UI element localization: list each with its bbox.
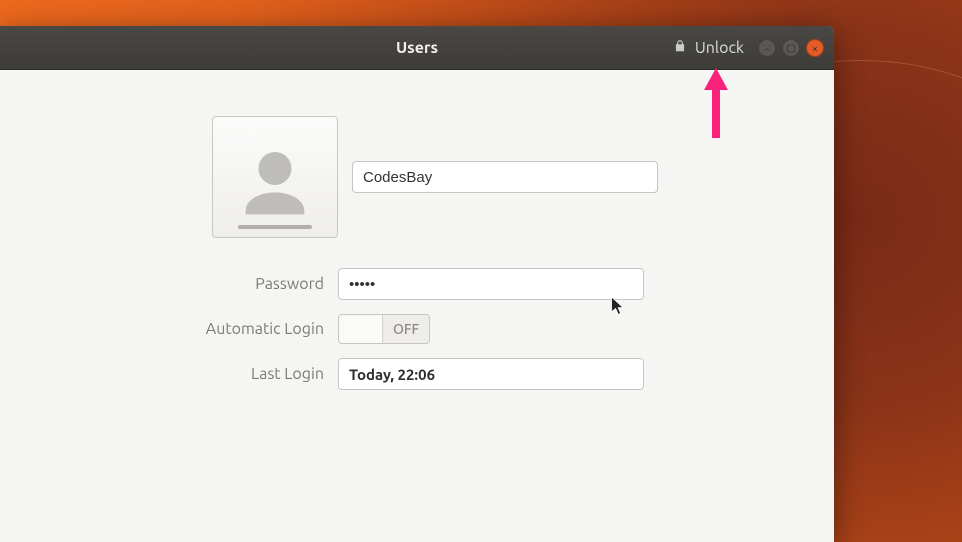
username-field[interactable] [352,161,658,193]
toggle-state-label: OFF [383,321,429,337]
maximize-button[interactable]: ▢ [782,39,800,57]
password-field[interactable] [338,268,644,300]
user-avatar[interactable] [212,116,338,238]
titlebar: Users Unlock − ▢ × [0,26,834,70]
content-area: Password Automatic Login OFF Last Login … [0,70,834,390]
auto-login-toggle[interactable]: OFF [338,314,430,344]
unlock-button[interactable]: Unlock [673,26,744,70]
close-button[interactable]: × [806,39,824,57]
window-controls: − ▢ × [758,26,824,70]
last-login-value: Today, 22:06 [338,358,644,390]
settings-window: Users Unlock − ▢ × Password Aut [0,26,834,542]
last-login-label: Last Login [40,365,324,383]
unlock-label: Unlock [695,39,744,57]
lock-icon [673,39,687,57]
password-label: Password [40,275,324,293]
auto-login-label: Automatic Login [40,320,324,338]
toggle-knob [339,315,383,343]
minimize-button[interactable]: − [758,39,776,57]
window-title: Users [396,39,438,57]
